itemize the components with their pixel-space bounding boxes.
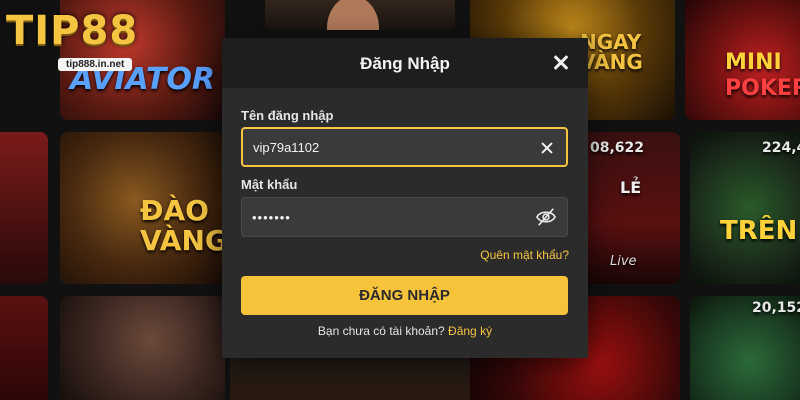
game-tile-title: LẺ xyxy=(620,178,642,197)
player-count: 224,4 xyxy=(762,140,800,156)
username-input[interactable] xyxy=(253,129,523,165)
game-tile-title: MINI xyxy=(725,50,782,75)
brand-logo[interactable]: TIP88 tip888.in.net xyxy=(6,8,156,74)
forgot-password-link[interactable]: Quên mật khẩu? xyxy=(480,248,569,262)
modal-title: Đăng Nhập xyxy=(360,54,450,73)
game-tile-sicbo[interactable]: 20,152 xyxy=(690,296,800,400)
game-tile-live-casino[interactable] xyxy=(60,296,225,400)
logo-text: TIP88 xyxy=(6,8,139,54)
game-tile-partial-left[interactable] xyxy=(0,132,48,284)
logo-url: tip888.in.net xyxy=(58,58,133,71)
game-tile-live-dealer[interactable] xyxy=(265,0,455,30)
live-badge: Live xyxy=(610,254,637,269)
signup-link[interactable]: Đăng ký xyxy=(448,324,492,338)
modal-header: Đăng Nhập xyxy=(222,38,588,88)
signup-prompt: Bạn chưa có tài khoản? Đăng ký xyxy=(222,324,588,338)
login-modal: Đăng Nhập Tên đăng nhập Mật khẩu Quên mậ… xyxy=(222,38,588,358)
player-count: 08,622 xyxy=(590,140,645,156)
username-field[interactable] xyxy=(241,127,568,167)
player-count: 20,152 xyxy=(752,300,800,316)
game-tile-mini-poker[interactable]: MINI POKER xyxy=(685,0,800,120)
game-tile-chan-le[interactable]: 08,622 LẺ Live xyxy=(580,132,680,284)
game-tile-title: NGAY VÀNG xyxy=(580,30,643,74)
game-tile-subtitle: POKER xyxy=(725,76,800,101)
username-label: Tên đăng nhập xyxy=(241,108,334,123)
dealer-image xyxy=(327,0,379,30)
password-input[interactable] xyxy=(252,198,522,236)
eye-slash-icon[interactable] xyxy=(535,207,557,227)
game-tile-title: ĐÀO VÀNG xyxy=(140,194,225,257)
game-tile-title: TRÊN xyxy=(720,216,798,246)
game-tile-partial-left-bottom[interactable] xyxy=(0,296,48,400)
password-label: Mật khẩu xyxy=(241,177,298,192)
game-tile-tren-duoi[interactable]: 224,4 TRÊN xyxy=(690,132,800,284)
no-account-text: Bạn chưa có tài khoản? xyxy=(317,324,445,338)
login-button[interactable]: ĐĂNG NHẬP xyxy=(241,276,568,315)
password-field[interactable] xyxy=(241,197,568,237)
clear-icon[interactable] xyxy=(540,141,554,155)
close-icon[interactable] xyxy=(548,50,574,76)
game-tile-dao-vang[interactable]: ĐÀO VÀNG xyxy=(60,132,225,284)
